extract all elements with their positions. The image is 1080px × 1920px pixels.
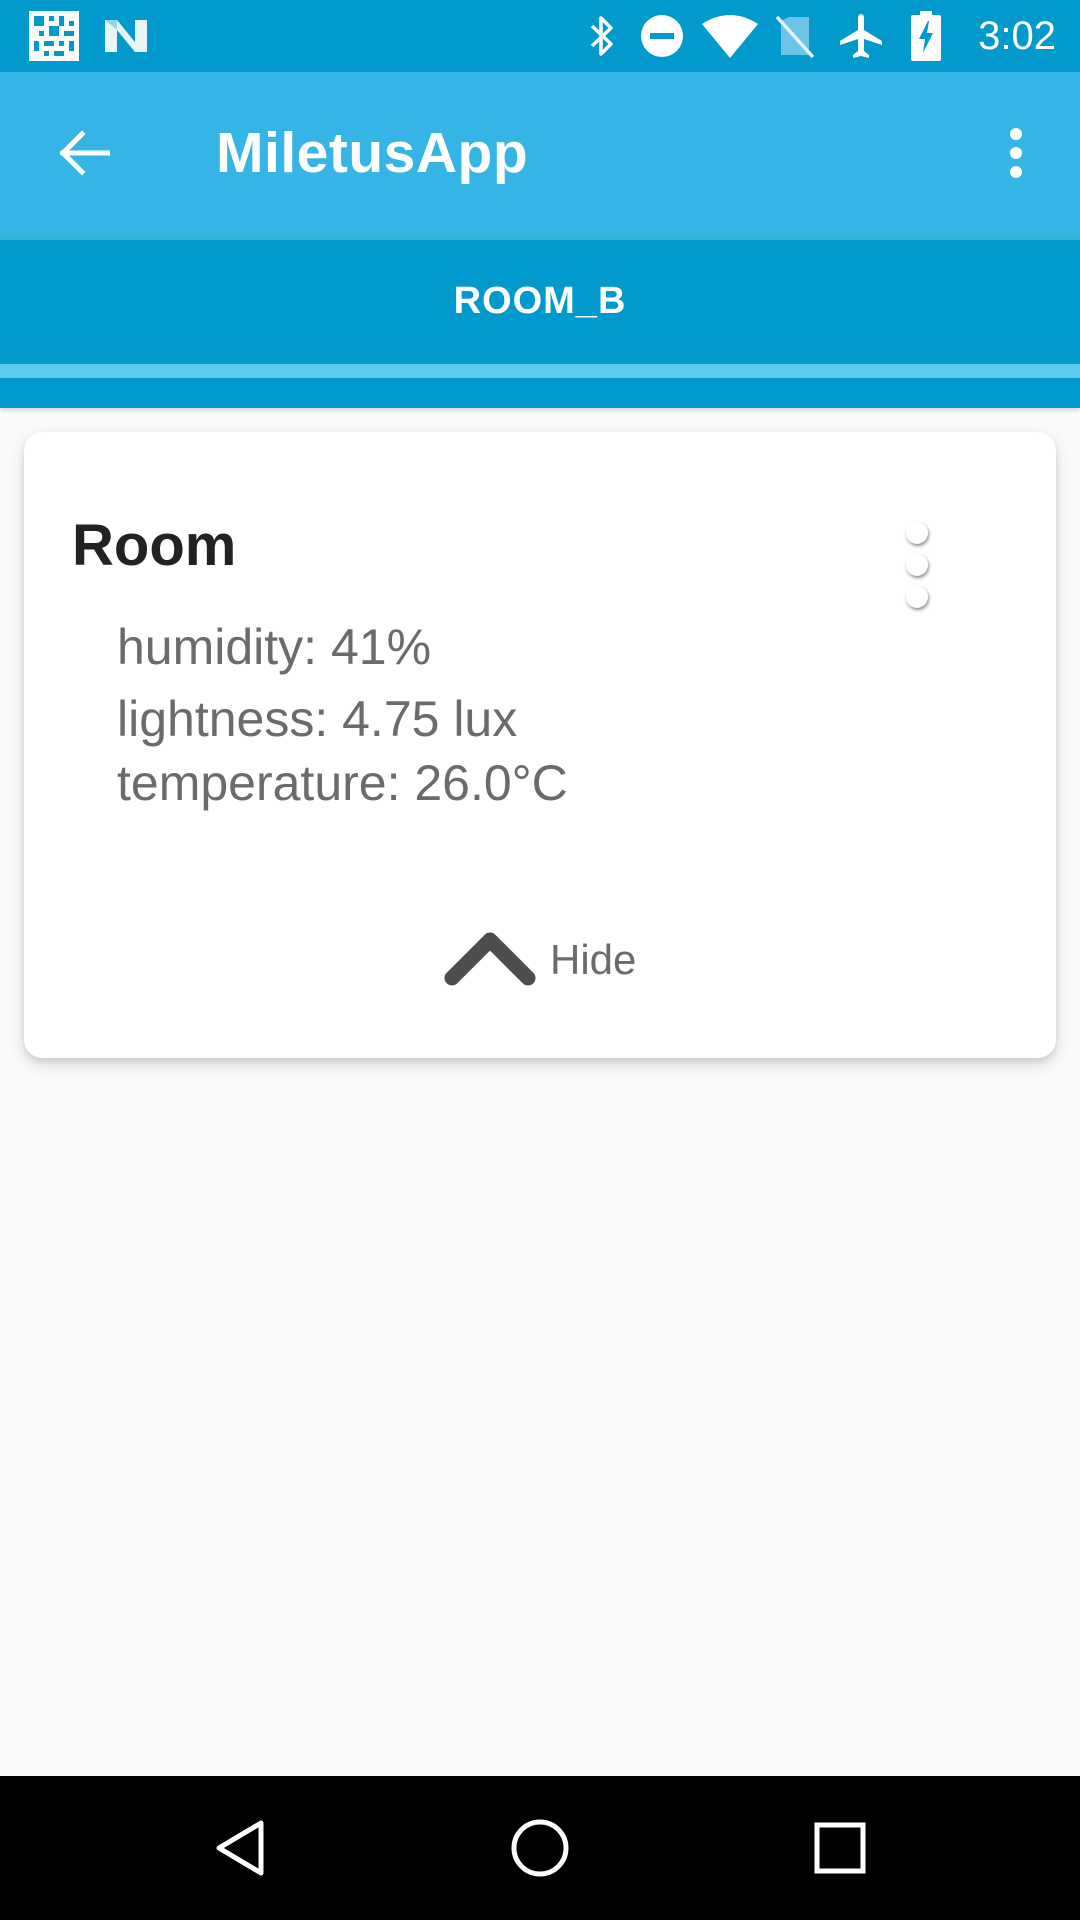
arrow-back-icon[interactable] xyxy=(40,109,128,197)
app-title: MiletusApp xyxy=(216,121,529,185)
lightness-reading: lightness: 4.75 lux xyxy=(117,691,518,747)
notification-n-icon xyxy=(100,0,152,72)
bluetooth-icon xyxy=(580,0,624,72)
status-bar: 3:02 xyxy=(0,0,1080,72)
menu-dot xyxy=(906,586,928,608)
wifi-icon xyxy=(700,0,760,72)
app-bar: MiletusApp xyxy=(0,72,1080,234)
qr-code-icon xyxy=(28,0,80,72)
temperature-reading: temperature: 26.0°C xyxy=(117,755,568,811)
tab-room-b[interactable]: ROOM_B xyxy=(0,240,1080,362)
no-sim-icon xyxy=(772,0,818,72)
hide-label: Hide xyxy=(550,936,637,983)
menu-dot xyxy=(906,554,928,576)
more-vert-icon[interactable] xyxy=(972,109,1060,197)
home-circle-icon[interactable] xyxy=(488,1796,592,1900)
humidity-reading: humidity: 41% xyxy=(117,619,432,675)
hide-button[interactable]: Hide xyxy=(444,910,636,1010)
do-not-disturb-icon xyxy=(638,0,686,72)
battery-charging-icon xyxy=(906,0,946,72)
tab-bar: ROOM_B xyxy=(0,234,1080,408)
card-title: Room xyxy=(72,513,237,578)
navigation-bar xyxy=(0,1776,1080,1920)
recents-square-icon[interactable] xyxy=(788,1796,892,1900)
chevron-up-icon xyxy=(444,929,536,992)
back-triangle-icon[interactable] xyxy=(188,1796,292,1900)
room-card: Room humidity: 41% lightness: 4.75 lux t… xyxy=(24,432,1056,1058)
airplane-mode-icon xyxy=(836,0,886,72)
tab-indicator xyxy=(0,364,1080,378)
card-menu-icon[interactable] xyxy=(894,522,944,622)
status-time: 3:02 xyxy=(978,14,1056,58)
menu-dot xyxy=(906,522,928,544)
